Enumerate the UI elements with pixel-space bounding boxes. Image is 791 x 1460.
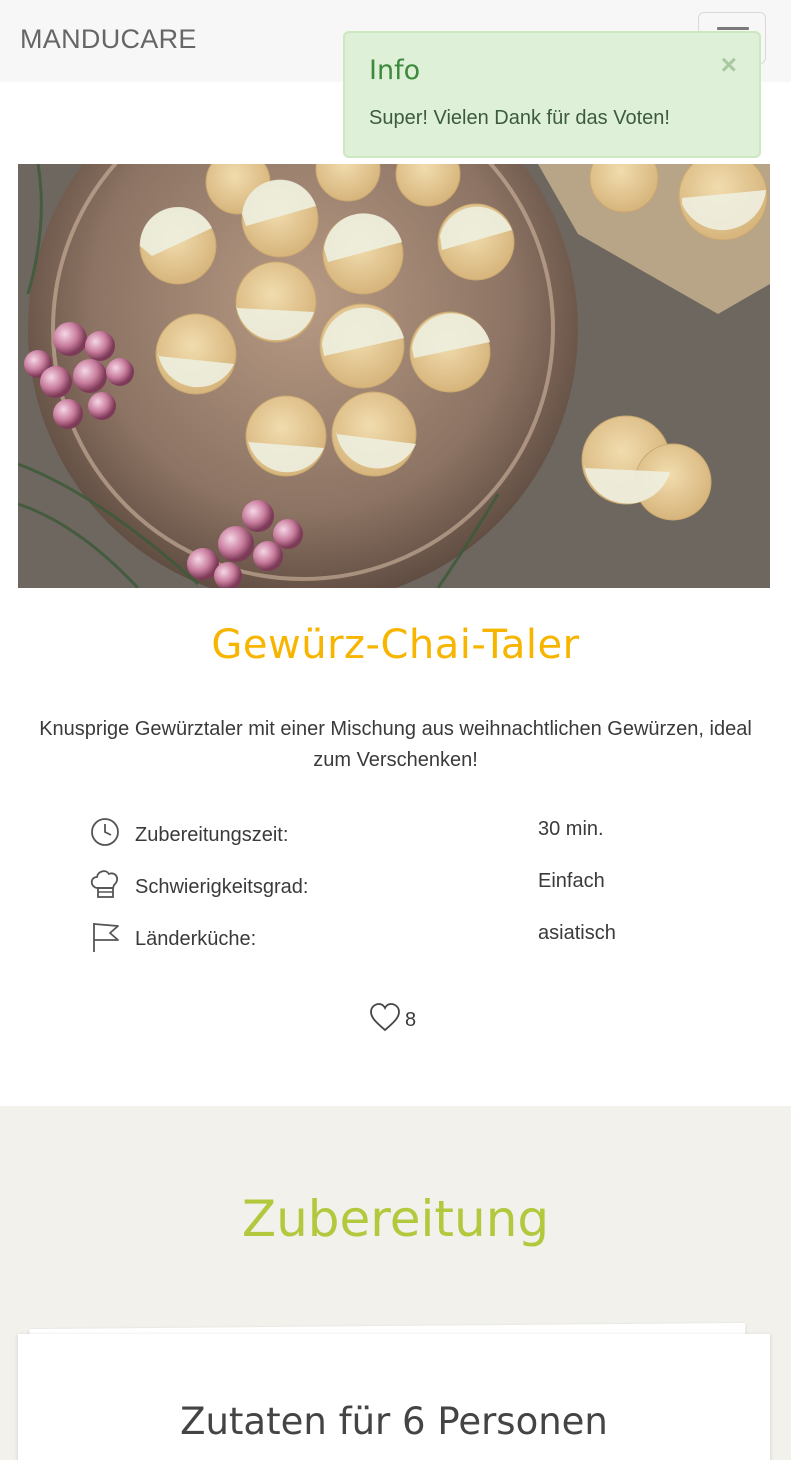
- info-label: Zubereitungszeit:: [135, 824, 289, 846]
- info-row-cuisine: Länderküche: asiatisch: [88, 920, 708, 960]
- chef-hat-icon: [90, 870, 118, 898]
- info-value: 30 min.: [538, 818, 604, 840]
- like-count: 8: [405, 1009, 417, 1031]
- hamburger-icon: [717, 27, 749, 30]
- clock-icon: [91, 818, 119, 846]
- brand-logo[interactable]: MANDUCARE: [20, 24, 197, 55]
- alert-message: Super! Vielen Dank für das Voten!: [369, 107, 670, 129]
- heart-icon: [370, 1003, 400, 1032]
- flag-icon: [93, 923, 119, 952]
- preparation-section: Zubereitung Zutaten für 6 Personen: [0, 1106, 791, 1460]
- alert-title: Info: [369, 55, 421, 86]
- close-icon[interactable]: ×: [721, 51, 737, 79]
- info-row-difficulty: Schwierigkeitsgrad: Einfach: [88, 868, 708, 908]
- recipe-image: [18, 164, 770, 588]
- recipe-title: Gewürz-Chai-Taler: [211, 622, 580, 668]
- info-label: Schwierigkeitsgrad:: [135, 876, 309, 898]
- info-value: Einfach: [538, 870, 605, 892]
- ingredients-title: Zutaten für 6 Personen: [180, 1400, 608, 1443]
- info-alert: Info × Super! Vielen Dank für das Voten!: [343, 31, 761, 158]
- info-value: asiatisch: [538, 922, 616, 944]
- recipe-description: Knusprige Gewürztaler mit einer Mischung…: [39, 718, 752, 771]
- section-title: Zubereitung: [241, 1190, 550, 1248]
- ingredients-card: Zutaten für 6 Personen: [18, 1334, 770, 1460]
- info-row-time: Zubereitungszeit: 30 min.: [88, 816, 708, 856]
- info-label: Länderküche:: [135, 928, 257, 950]
